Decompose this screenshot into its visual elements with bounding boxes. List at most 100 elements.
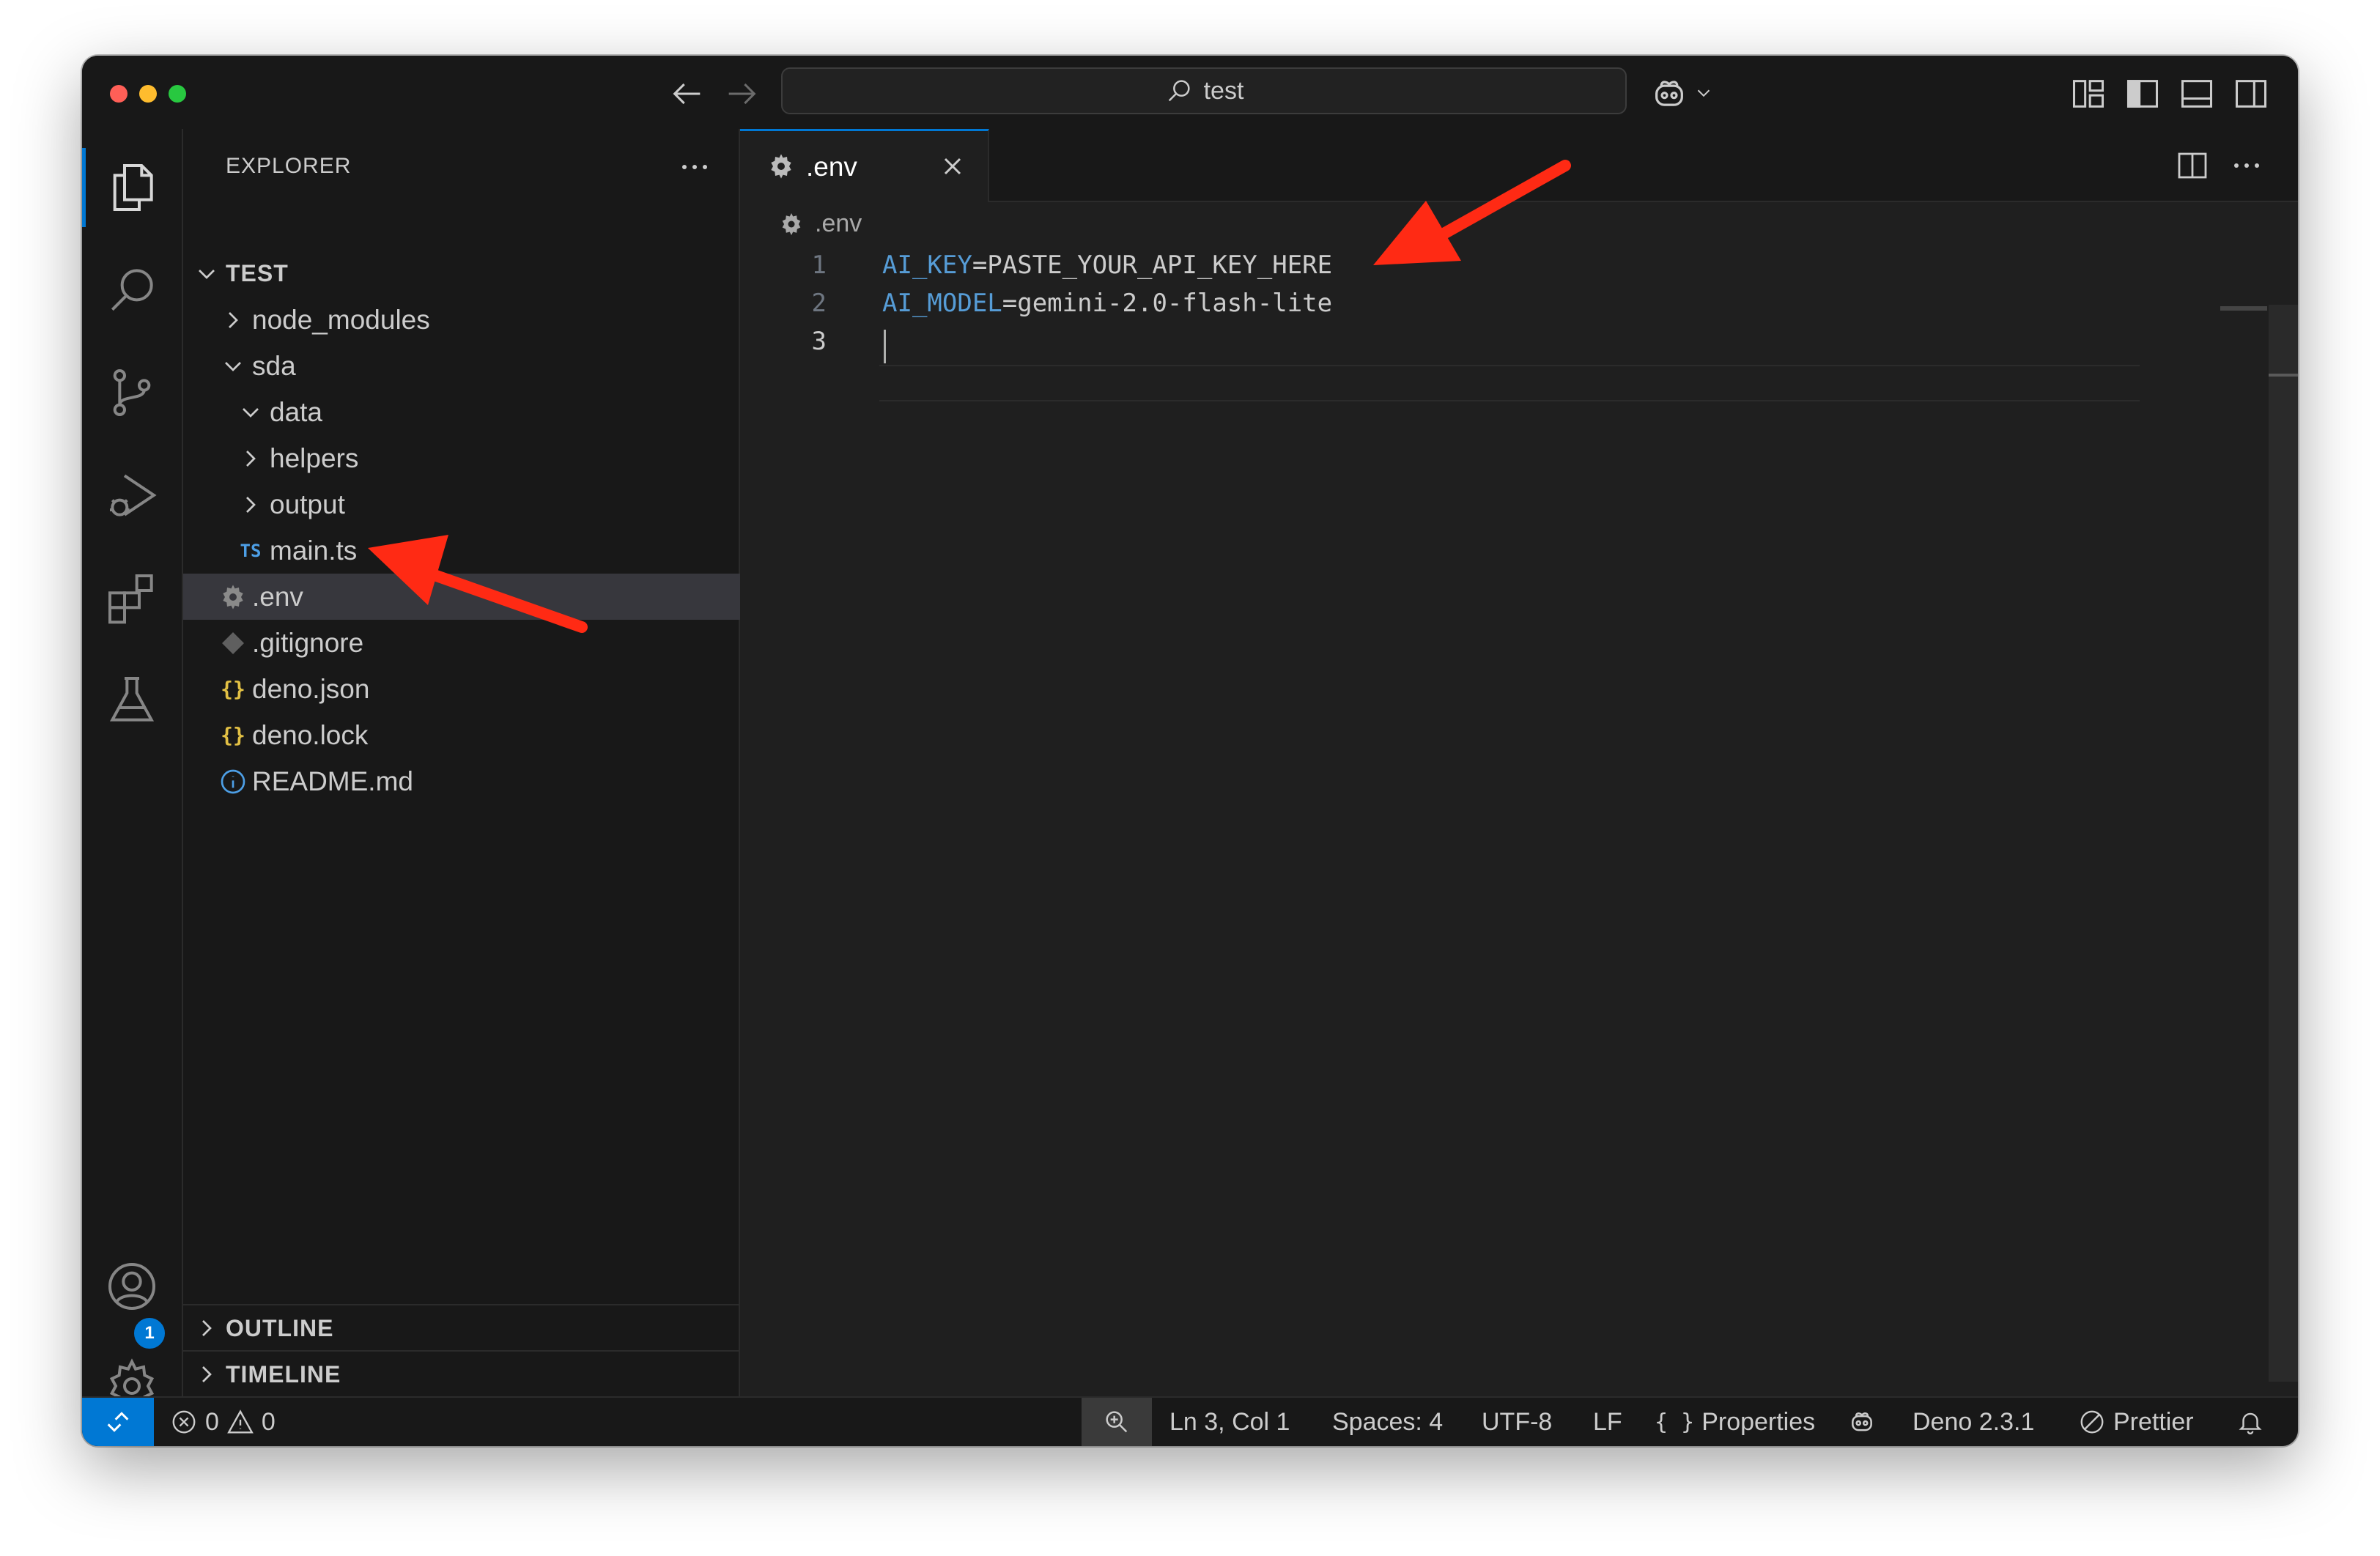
minimap[interactable] (2220, 306, 2267, 311)
gear-file-icon (771, 154, 791, 179)
zoom-indicator-button[interactable] (1082, 1398, 1152, 1446)
line-number: 2 (811, 289, 827, 318)
chevron-right-icon (202, 1366, 212, 1382)
chevron-down-icon (199, 269, 215, 279)
split-editor-icon[interactable] (2175, 148, 2210, 183)
text-cursor (884, 330, 886, 363)
tree-item-env[interactable]: .env (183, 574, 774, 620)
tree-item-data[interactable]: data (183, 389, 791, 435)
code-line[interactable]: AI_MODEL=gemini-2.0-flash-lite (882, 289, 1332, 318)
back-arrow-icon[interactable] (668, 75, 706, 113)
language-mode[interactable]: { } Properties (1655, 1398, 1815, 1446)
end-of-line[interactable]: LF (1593, 1398, 1622, 1446)
tree-item-label: deno.json (252, 673, 370, 704)
tree-item-label: output (270, 489, 345, 519)
scrollbar-position-marker (2269, 374, 2298, 377)
toggle-secondary-sidebar-icon[interactable] (2232, 75, 2270, 113)
chevron-right-icon (246, 450, 256, 467)
env-value: =gemini-2.0-flash-lite (1002, 289, 1333, 318)
extensions-icon[interactable] (103, 568, 161, 627)
explorer-title: EXPLORER (226, 154, 352, 178)
close-window-button[interactable] (110, 85, 128, 103)
tree-item-node-modules[interactable]: node_modules (183, 297, 774, 343)
prettier-status[interactable]: Prettier (2078, 1398, 2194, 1446)
timeline-label: TIMELINE (226, 1360, 341, 1388)
forward-arrow-icon[interactable] (722, 75, 761, 113)
env-key: AI_KEY (882, 251, 972, 280)
breadcrumb-file: .env (815, 210, 862, 237)
run-and-debug-icon[interactable] (103, 466, 161, 525)
tab-env[interactable]: .env (740, 129, 989, 202)
chevron-down-icon (225, 361, 241, 371)
copilot-menu-button[interactable] (1650, 75, 1723, 113)
problems-indicator[interactable]: 0 0 (170, 1398, 276, 1446)
breadcrumb[interactable]: .env (778, 210, 862, 238)
prettier-label: Prettier (2113, 1407, 2194, 1436)
tree-item-output[interactable]: output (183, 481, 791, 527)
vscode-window: test 1 EXPLORER TEST node_modules sda da… (82, 56, 2298, 1446)
warning-triangle-icon (227, 1409, 254, 1434)
env-key: AI_MODEL (882, 289, 1002, 318)
line-number: 1 (811, 251, 827, 280)
gear-file-icon (782, 212, 801, 235)
minimize-window-button[interactable] (139, 85, 157, 103)
folder-root-test[interactable]: TEST (183, 251, 747, 297)
git-diamond-icon (222, 631, 244, 654)
editor-tab-bar: .env (740, 129, 2298, 202)
deno-version[interactable]: Deno 2.3.1 (1912, 1398, 2034, 1446)
copilot-icon (1852, 1412, 1872, 1431)
more-actions-icon[interactable] (677, 149, 712, 185)
json-braces-icon: {} (221, 723, 245, 747)
copilot-status[interactable] (1848, 1398, 1876, 1446)
more-actions-icon[interactable] (2229, 148, 2264, 183)
timeline-section-header[interactable]: TIMELINE (183, 1350, 747, 1397)
customize-layout-icon[interactable] (2069, 75, 2107, 113)
notifications-button[interactable] (2236, 1398, 2264, 1446)
tree-item-helpers[interactable]: helpers (183, 435, 791, 481)
toggle-primary-sidebar-icon[interactable] (2124, 75, 2162, 113)
tree-item-label: helpers (270, 442, 359, 473)
cursor-position[interactable]: Ln 3, Col 1 (1169, 1398, 1290, 1446)
info-circle-icon (221, 769, 245, 793)
chevron-down-icon (1697, 89, 1710, 97)
zoom-window-button[interactable] (169, 85, 186, 103)
json-braces-icon: {} (221, 677, 245, 701)
warning-count: 0 (261, 1407, 276, 1436)
active-view-indicator (82, 148, 86, 227)
chevron-right-icon (246, 496, 256, 513)
code-line[interactable]: AI_KEY=PASTE_YOUR_API_KEY_HERE (882, 251, 1332, 280)
tree-item-gitignore[interactable]: .gitignore (183, 620, 774, 666)
close-icon[interactable] (938, 152, 967, 181)
gear-file-icon (223, 584, 243, 610)
prettier-disabled-icon (2080, 1410, 2104, 1434)
tree-item-sda[interactable]: sda (183, 343, 774, 389)
source-control-icon[interactable] (103, 363, 161, 422)
remote-icon (107, 1412, 129, 1432)
search-icon (1168, 80, 1190, 102)
tree-item-readme[interactable]: README.md (183, 758, 774, 804)
search-icon[interactable] (103, 261, 161, 319)
file-encoding[interactable]: UTF-8 (1482, 1398, 1552, 1446)
explorer-files-icon[interactable] (103, 158, 161, 217)
editor-area: .env .env 1 AI_KEY=PASTE_YOUR_API_KEY_HE… (740, 129, 2298, 1396)
zoom-in-icon (1106, 1411, 1128, 1433)
tree-item-label: .env (252, 581, 303, 612)
remote-indicator-button[interactable] (82, 1398, 154, 1446)
tree-item-deno-json[interactable]: {} deno.json (183, 666, 774, 712)
outline-label: OUTLINE (226, 1314, 334, 1341)
indentation-setting[interactable]: Spaces: 4 (1332, 1398, 1443, 1446)
accounts-icon[interactable] (103, 1257, 161, 1316)
tree-item-label: .gitignore (252, 627, 364, 658)
command-center-text: test (1203, 76, 1244, 105)
testing-flask-icon[interactable] (103, 671, 161, 730)
tree-item-deno-lock[interactable]: {} deno.lock (183, 712, 774, 758)
chevron-right-icon (229, 311, 238, 328)
chevron-down-icon (243, 407, 259, 418)
tree-item-main-ts[interactable]: TS main.ts (183, 527, 791, 574)
outline-section-header[interactable]: OUTLINE (183, 1304, 747, 1351)
toggle-panel-icon[interactable] (2178, 75, 2216, 113)
status-bar: 0 0 Ln 3, Col 1 Spaces: 4 UTF-8 LF { } P… (82, 1396, 2298, 1446)
command-center-search[interactable]: test (781, 67, 1627, 114)
vertical-scrollbar[interactable] (2269, 305, 2298, 1382)
env-value: =PASTE_YOUR_API_KEY_HERE (972, 251, 1333, 280)
